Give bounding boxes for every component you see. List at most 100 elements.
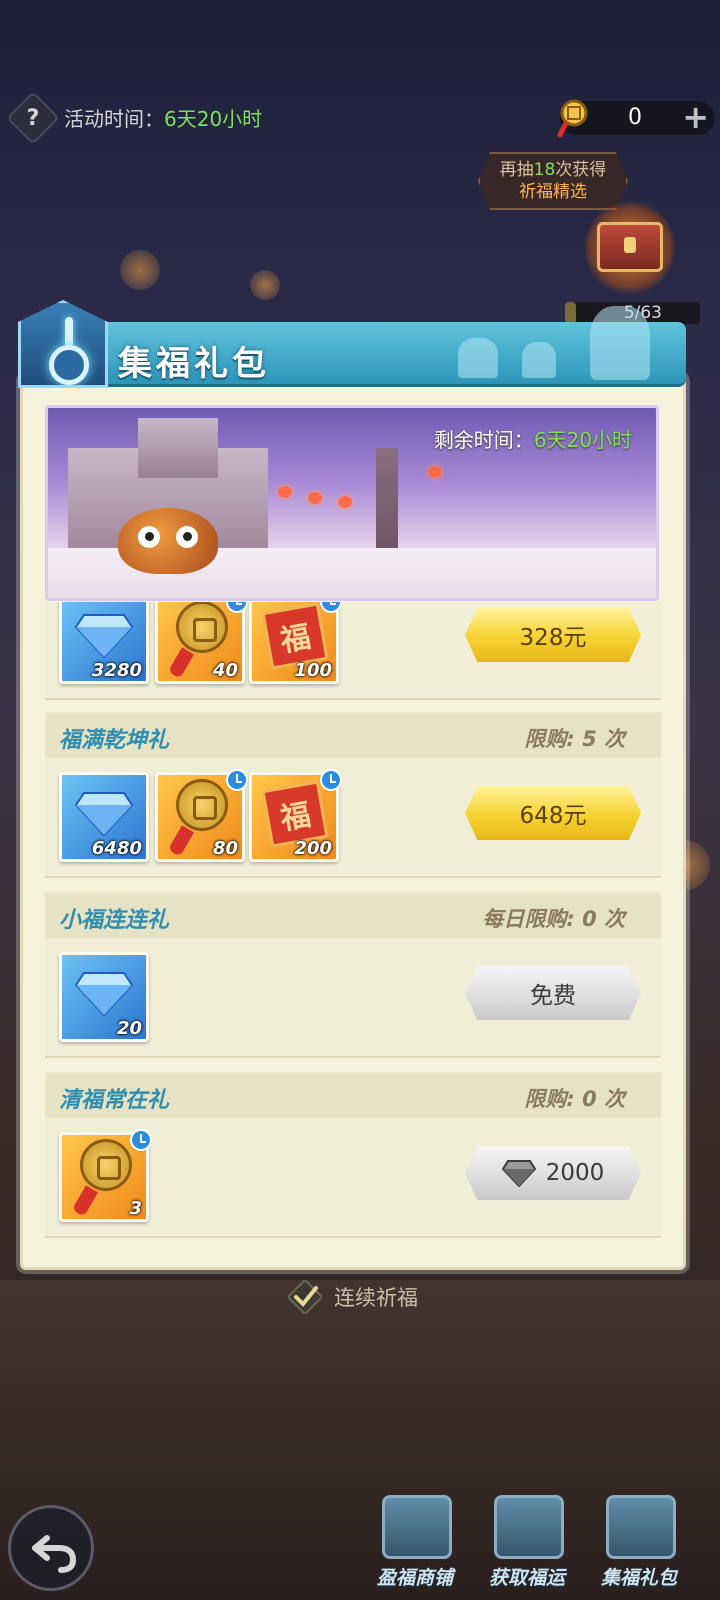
diamond-price: 2000 (545, 1160, 605, 1186)
timer-icon (226, 602, 248, 613)
cat-silhouette-icon (522, 342, 556, 378)
pack-body: 20 免费 (45, 938, 661, 1058)
nav-label: 集福礼包 (600, 1567, 677, 1589)
panel-header: 集福礼包 (10, 300, 686, 390)
lantern-shape (428, 466, 442, 478)
tassel-shape (167, 647, 195, 679)
add-coin-button[interactable]: + (682, 101, 709, 133)
lantern-shape (338, 496, 352, 508)
purchase-limit: 限购: 0 次 (524, 1087, 625, 1111)
diamond-item[interactable]: 20 (59, 952, 149, 1042)
lantern-shape (308, 492, 322, 504)
nav-label: 盈福商铺 (376, 1567, 453, 1589)
lucky-medal-icon (80, 1139, 132, 1191)
back-button[interactable] (8, 1505, 94, 1591)
purchase-limit: 限购: 5 次 (524, 727, 625, 751)
pack-body: 3280 40 福 100 328元 (45, 602, 661, 700)
item-count: 80 (212, 838, 238, 859)
lucky-medal-item[interactable]: 3 (59, 1129, 152, 1222)
reminder-line2: 祈福精选 (519, 182, 587, 202)
badge-spike (65, 317, 73, 347)
castle-shape (138, 418, 218, 478)
reminder-line1: 再抽18次获得 (480, 159, 626, 181)
coin-counter: 0 + (557, 99, 715, 137)
top-bar: ? 活动时间：6天20小时 0 + (0, 91, 720, 145)
item-count: 3 (129, 1198, 142, 1219)
lucky-medal-icon (176, 779, 228, 831)
draw-reminder: 再抽18次获得 祈福精选 (478, 152, 628, 210)
banner-remaining-time: 剩余时间：6天20小时 (434, 424, 632, 453)
pack-fuman-qiankun: 福满乾坤礼 限购: 5 次 6480 80 福 200 648元 (45, 712, 661, 878)
banner-time-value: 6天20小时 (533, 428, 632, 452)
pack-xiaofu-lianlian: 小福连连礼 每日限购: 0 次 20 免费 (45, 892, 661, 1058)
free-claim-button[interactable]: 免费 (465, 966, 641, 1020)
reminder-pre: 再抽 (499, 160, 534, 180)
reward-chest[interactable] (585, 200, 675, 295)
panel-title: 集福礼包 (118, 344, 270, 384)
fu-char: 福 (277, 619, 314, 660)
diamond-item[interactable]: 3280 (59, 602, 149, 684)
event-time: 活动时间：6天20小时 (64, 103, 262, 132)
nav-fortune[interactable]: 获取福运 (472, 1495, 582, 1595)
lucky-coin-icon (557, 99, 588, 137)
pack-name: 清福常在礼 (59, 1088, 170, 1113)
item-count: 20 (116, 1018, 142, 1039)
diamond-icon (74, 792, 134, 837)
timer-icon (320, 602, 342, 613)
timer-icon (226, 769, 248, 791)
fu-card-item[interactable]: 福 200 (249, 769, 342, 862)
fu-card-item[interactable]: 福 100 (249, 602, 342, 684)
power-icon (49, 345, 89, 385)
nav-shop[interactable]: 盈福商铺 (360, 1495, 470, 1595)
pack-header: 清福常在礼 限购: 0 次 (45, 1072, 661, 1118)
pack-header: 小福连连礼 每日限购: 0 次 (45, 892, 661, 938)
lion-dance-character (118, 508, 218, 574)
pack-list[interactable]: 3280 40 福 100 328元 福满乾坤礼 限购: 5 次 6480 80… (45, 602, 661, 1242)
tassel-shape (71, 1185, 99, 1217)
item-count: 200 (294, 838, 332, 859)
lantern-glow (120, 250, 160, 290)
pack-qingfu-changzai: 清福常在礼 限购: 0 次 3 2000 (45, 1072, 661, 1238)
continuous-pray-label: 连续祈福 (334, 1286, 418, 1310)
lantern-shape (278, 486, 292, 498)
header-badge (18, 300, 108, 388)
banner-time-label: 剩余时间： (433, 428, 534, 452)
diamond-buy-button[interactable]: 2000 (465, 1146, 641, 1200)
gift-box-icon (606, 1495, 676, 1559)
diamond-icon (74, 972, 134, 1017)
reminder-count: 18 (533, 160, 556, 180)
fu-char: 福 (277, 797, 314, 838)
lantern-glow (250, 270, 280, 300)
character-silhouette-icon (590, 306, 650, 380)
event-time-label: 活动时间： (64, 107, 164, 131)
pack-name: 福满乾坤礼 (59, 728, 170, 753)
item-count: 40 (212, 660, 238, 681)
lucky-medal-icon (176, 602, 228, 653)
reminder-post: 次获得 (555, 160, 607, 180)
help-button[interactable]: ? (6, 91, 60, 145)
pack-header: 福满乾坤礼 限购: 5 次 (45, 712, 661, 758)
buy-button[interactable]: 648元 (465, 786, 641, 840)
diamond-item[interactable]: 6480 (59, 772, 149, 862)
tower-shape (376, 448, 398, 558)
tassel-shape (167, 825, 195, 857)
item-count: 6480 (91, 838, 142, 859)
lucky-medal-item[interactable]: 40 (155, 602, 248, 684)
lucky-medal-item[interactable]: 80 (155, 769, 248, 862)
checkbox-checked-icon (288, 1280, 322, 1314)
coin-value: 0 (628, 105, 642, 130)
nav-gift-pack[interactable]: 集福礼包 (584, 1495, 694, 1595)
shop-icon (382, 1495, 452, 1559)
pack-body: 3 2000 (45, 1118, 661, 1238)
item-count: 3280 (91, 660, 142, 681)
diamond-icon (74, 614, 134, 659)
item-count: 100 (294, 660, 332, 681)
diamond-icon (501, 1160, 536, 1187)
nav-label: 获取福运 (488, 1567, 565, 1589)
timer-icon (130, 1129, 152, 1151)
help-icon: ? (26, 105, 40, 131)
pack-body: 6480 80 福 200 648元 (45, 758, 661, 878)
buy-button[interactable]: 328元 (465, 608, 641, 662)
back-arrow-icon (32, 1535, 77, 1573)
chest-icon (597, 222, 663, 272)
